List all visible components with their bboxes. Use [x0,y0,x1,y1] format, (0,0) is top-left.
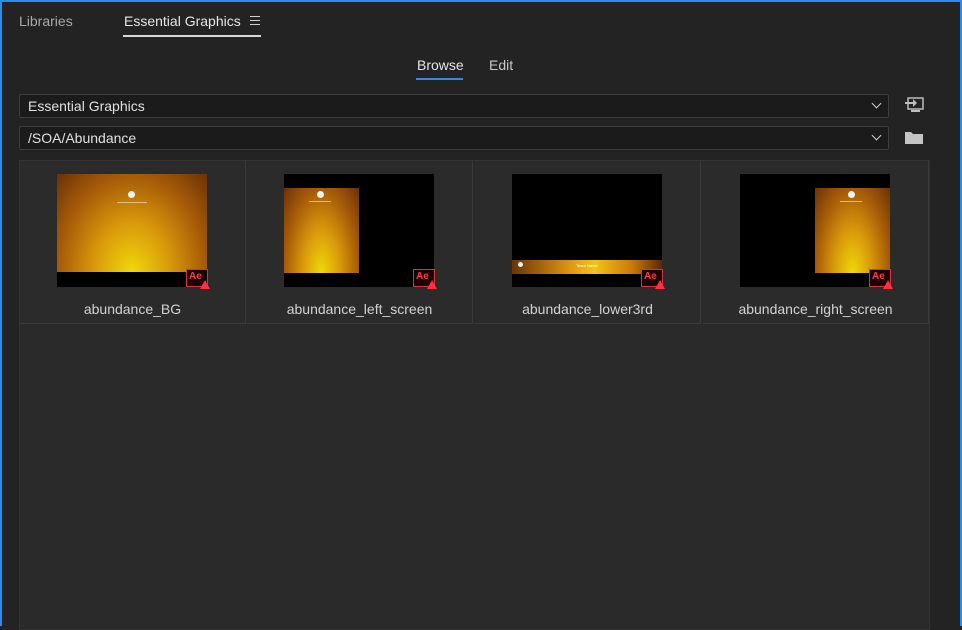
warning-icon [655,280,665,289]
library-dropdown[interactable]: Essential Graphics [19,94,889,118]
template-thumbnail: Ae [740,174,893,289]
template-thumbnail: Team Name Ae [512,174,665,289]
template-name: abundance_right_screen [738,301,893,317]
template-name: abundance_left_screen [286,301,433,317]
template-thumbnail: Ae [57,174,210,289]
tab-browse[interactable]: Browse [417,57,464,73]
browse-tab-indicator [416,78,463,80]
chevron-down-icon [871,98,882,109]
tab-libraries[interactable]: Libraries [19,13,73,29]
tab-essential-graphics[interactable]: Essential Graphics [124,13,241,29]
active-tab-indicator [123,35,261,37]
warning-icon [200,280,210,289]
tab-edit[interactable]: Edit [489,57,513,73]
warning-icon [883,280,893,289]
essential-graphics-panel: Libraries Essential Graphics Browse Edit… [0,0,962,630]
template-tile-abundance-lower3rd[interactable]: Team Name Ae abundance_lower3rd [475,161,701,324]
template-tile-abundance-bg[interactable]: Ae abundance_BG [20,161,246,324]
template-name: abundance_BG [83,301,182,317]
lower-third-bar: Team Name [512,260,662,274]
template-tile-abundance-left-screen[interactable]: Ae abundance_left_screen [247,161,473,324]
folder-path-value: /SOA/Abundance [28,130,137,146]
template-tile-abundance-right-screen[interactable]: Ae abundance_right_screen [703,161,929,324]
warning-icon [427,280,437,289]
template-grid: Ae abundance_BG Ae abundance_left_screen… [19,160,930,630]
folder-icon[interactable] [905,130,923,149]
hamburger-menu-icon[interactable] [250,16,260,26]
template-name: abundance_lower3rd [522,301,653,317]
template-thumbnail: Ae [284,174,437,289]
folder-path-dropdown[interactable]: /SOA/Abundance [19,126,889,150]
panel-tab-bar: Libraries Essential Graphics [2,2,960,42]
library-dropdown-value: Essential Graphics [28,98,145,114]
install-template-icon[interactable] [905,97,925,118]
chevron-down-icon [871,130,882,141]
